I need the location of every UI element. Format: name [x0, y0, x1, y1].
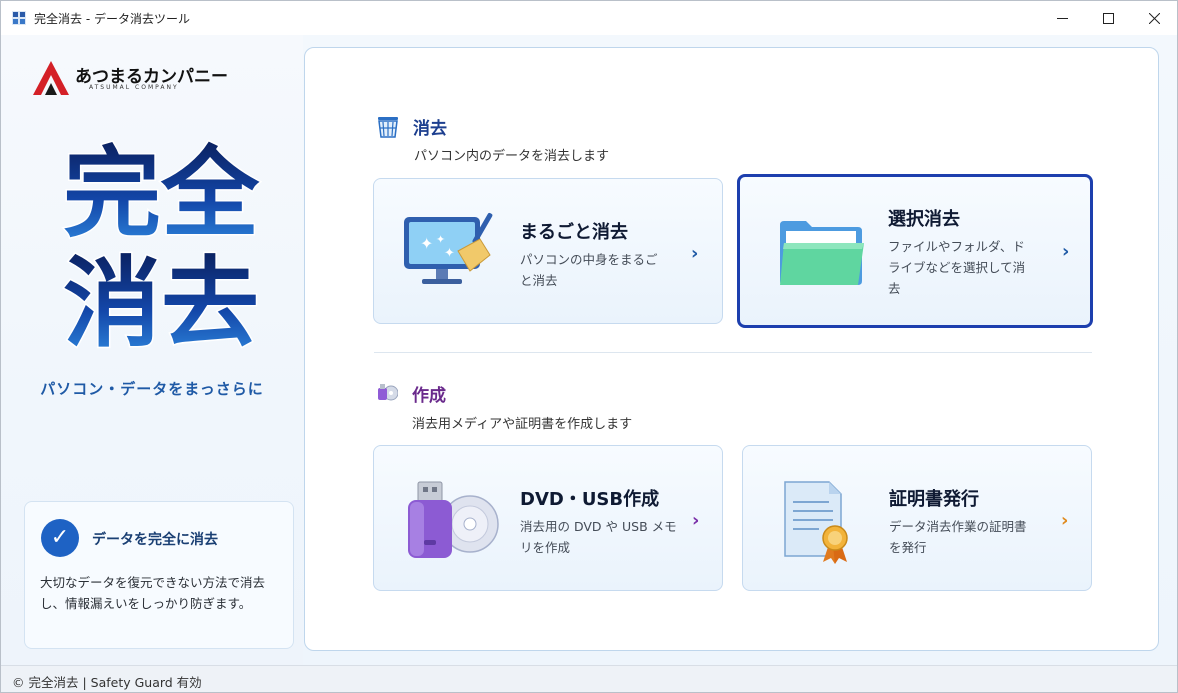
maximize-icon: [1102, 12, 1114, 24]
card-select-erase-desc-3: 去: [888, 281, 901, 296]
card-full-erase-desc-1: パソコンの中身をまるご: [520, 252, 658, 267]
erase-section-desc: パソコン内のデータを消去します: [414, 149, 610, 164]
svg-text:✦: ✦: [444, 246, 455, 261]
info-title: データを完全に消去: [92, 532, 218, 548]
logo-subtext: ATSUMAL COMPANY: [89, 84, 179, 91]
usb-disc-small-icon: [378, 384, 398, 401]
close-button[interactable]: [1131, 1, 1177, 35]
card-certificate-title: 証明書発行: [889, 489, 979, 510]
folder-icon: [780, 221, 864, 285]
chevron-right-icon: ›: [691, 243, 699, 264]
card-certificate-desc-1: データ消去作業の証明書: [889, 519, 1027, 534]
content-area: あつまるカンパニー ATSUMAL COMPANY 完全 消去 パソコン・データ…: [1, 35, 1177, 665]
svg-text:✦: ✦: [420, 234, 433, 253]
chevron-right-icon: ›: [692, 510, 700, 531]
product-title: 完全 消去: [61, 136, 261, 358]
card-dvd-usb-desc-1: 消去用の DVD や USB メモ: [520, 519, 677, 534]
app-window: 完全消去 - データ消去ツール あつまるカンパニー ATSUMAL COMPAN…: [0, 0, 1178, 693]
card-select-erase-title: 選択消去: [888, 209, 960, 230]
chevron-right-icon: ›: [1062, 241, 1070, 262]
chevron-right-icon: ›: [1061, 510, 1069, 531]
card-select-erase-desc-1: ファイルやフォルダ、ド: [888, 239, 1025, 254]
card-dvd-usb[interactable]: DVD・USB作成 消去用の DVD や USB メモ リを作成 ›: [373, 445, 723, 591]
company-logo: あつまるカンパニー: [33, 61, 228, 95]
info-card: ✓ データを完全に消去 大切なデータを復元できない方法で消去し、情報漏えいをしっ…: [24, 501, 294, 649]
certificate-icon: [784, 481, 848, 564]
card-select-erase-desc-2: ライブなどを選択して消: [888, 260, 1026, 275]
maximize-button[interactable]: [1085, 1, 1131, 35]
app-icon: [12, 11, 26, 25]
card-full-erase[interactable]: ✦ ✦ ✦ まるごと消去 パソコンの中身をまるご と消去 ›: [373, 178, 723, 324]
check-icon: ✓: [41, 519, 79, 557]
tagline: パソコン・データをまっさらに: [40, 380, 264, 398]
card-dvd-usb-desc-2: リを作成: [520, 540, 571, 555]
section-divider: [374, 352, 1092, 353]
window-title: 完全消去 - データ消去ツール: [34, 12, 190, 26]
minimize-icon: [1056, 17, 1068, 19]
card-dvd-usb-title: DVD・USB作成: [520, 489, 660, 510]
info-body: 大切なデータを復元できない方法で消去し、情報漏えいをしっかり防ぎます。: [40, 575, 266, 611]
minimize-button[interactable]: [1039, 1, 1085, 35]
status-text: © 完全消去 | Safety Guard 有効: [12, 675, 202, 690]
card-full-erase-title: まるごと消去: [520, 222, 628, 243]
erase-section-title: 消去: [413, 119, 447, 139]
card-select-erase[interactable]: 選択消去 ファイルやフォルダ、ド ライブなどを選択して消 去 ›: [737, 174, 1093, 328]
card-full-erase-desc-2: と消去: [520, 273, 558, 288]
card-certificate[interactable]: 証明書発行 データ消去作業の証明書 を発行 ›: [742, 445, 1092, 591]
svg-text:✦: ✦: [436, 233, 445, 246]
card-certificate-desc-2: を発行: [889, 540, 927, 555]
title-line-2: 消去: [63, 247, 259, 357]
status-bar: © 完全消去 | Safety Guard 有効: [1, 665, 1177, 692]
usb-dvd-icon: [408, 481, 499, 558]
create-section-title: 作成: [412, 386, 446, 406]
trash-basket-icon: [378, 117, 398, 138]
main-panel: 消去 パソコン内のデータを消去します ✦ ✦ ✦ まるごと消去 パソコンの中身を…: [304, 47, 1159, 651]
create-section-desc: 消去用メディアや証明書を作成します: [412, 417, 633, 432]
close-icon: [1148, 12, 1160, 24]
title-bar[interactable]: 完全消去 - データ消去ツール: [1, 1, 1177, 35]
sidebar: あつまるカンパニー ATSUMAL COMPANY 完全 消去 パソコン・データ…: [1, 35, 303, 665]
title-line-1: 完全: [63, 137, 260, 251]
monitor-broom-icon: ✦ ✦ ✦: [404, 213, 493, 284]
